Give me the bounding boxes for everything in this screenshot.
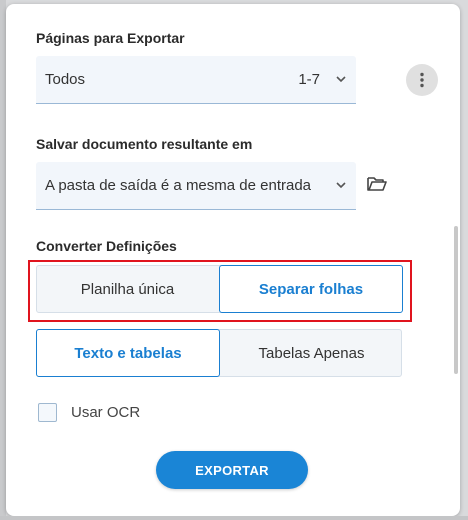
content-mode-toggle: Texto e tabelas Tabelas Apenas: [36, 329, 402, 377]
chevron-down-icon: [336, 76, 346, 83]
pages-range: 1-7: [298, 71, 320, 88]
export-button[interactable]: EXPORTAR: [156, 451, 308, 489]
more-options-button[interactable]: [406, 64, 438, 96]
background-window-bottom: [0, 516, 468, 520]
ocr-checkbox[interactable]: [38, 403, 57, 422]
pages-select-value: Todos: [45, 71, 86, 88]
scrollbar[interactable]: [454, 226, 458, 374]
pages-select[interactable]: Todos 1-7: [36, 56, 356, 104]
text-and-tables-option[interactable]: Texto e tabelas: [36, 329, 220, 377]
export-settings-panel: Páginas para Exportar Todos 1-7 Salvar d…: [6, 4, 460, 516]
pages-to-export-label: Páginas para Exportar: [36, 30, 185, 46]
folder-open-icon: [367, 177, 387, 191]
save-location-value: A pasta de saída é a mesma de entrada: [45, 177, 312, 194]
save-location-label: Salvar documento resultante em: [36, 136, 253, 152]
more-vertical-icon: [420, 72, 424, 88]
browse-folder-button[interactable]: [366, 175, 388, 195]
highlight-annotation: [28, 260, 412, 322]
save-location-select[interactable]: A pasta de saída é a mesma de entrada: [36, 162, 356, 210]
convert-settings-label: Converter Definições: [36, 238, 177, 254]
tables-only-option[interactable]: Tabelas Apenas: [220, 329, 403, 377]
chevron-down-icon: [336, 182, 346, 189]
ocr-label[interactable]: Usar OCR: [71, 404, 140, 421]
